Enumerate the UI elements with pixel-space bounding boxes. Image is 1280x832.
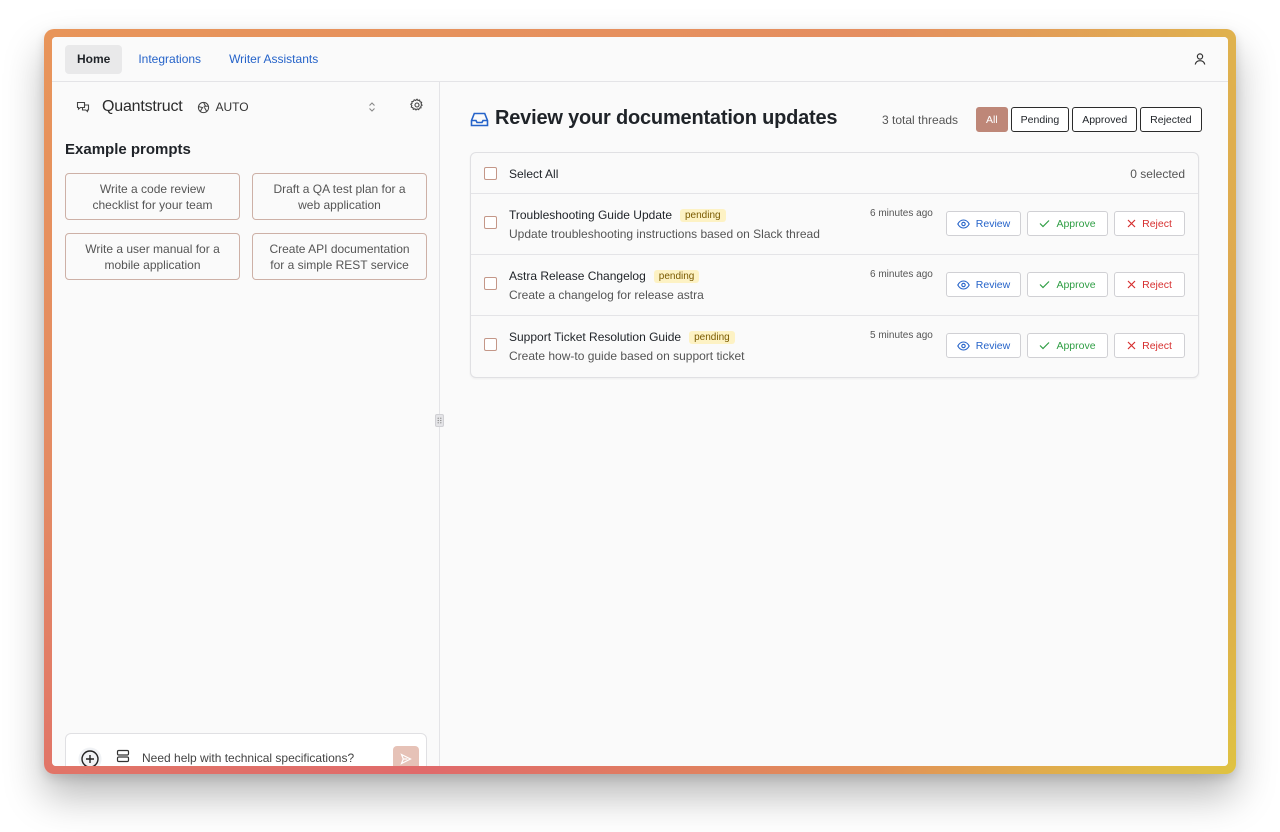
aperture-icon xyxy=(197,101,209,113)
status-badge: pending xyxy=(653,269,700,283)
brand-row: Quantstruct AUTO xyxy=(76,96,425,118)
filter-rejected-button[interactable]: Rejected xyxy=(1140,107,1202,132)
thread-title: Troubleshooting Guide Update pending xyxy=(509,208,726,222)
thread-timestamp: 5 minutes ago xyxy=(870,330,933,341)
thread-description: Update troubleshooting instructions base… xyxy=(509,227,820,241)
table-row: Astra Release Changelog pending Create a… xyxy=(471,255,1198,316)
reject-label: Reject xyxy=(1142,278,1172,291)
row-checkbox[interactable] xyxy=(484,216,497,229)
check-icon xyxy=(1040,220,1050,228)
top-nav: Home Integrations Writer Assistants xyxy=(52,37,1228,82)
approve-label: Approve xyxy=(1056,339,1096,352)
approve-button[interactable]: Approve xyxy=(1027,211,1108,236)
approve-label: Approve xyxy=(1056,278,1096,291)
thread-timestamp: 6 minutes ago xyxy=(870,208,933,219)
chat-input[interactable] xyxy=(142,748,382,766)
close-icon xyxy=(1127,341,1136,350)
nav-tab-writer-assistants[interactable]: Writer Assistants xyxy=(217,45,330,74)
status-badge: pending xyxy=(680,208,726,222)
review-panel: Review your documentation updates 3 tota… xyxy=(441,82,1228,766)
brand-name: Quantstruct xyxy=(102,98,183,115)
select-all-label: Select All xyxy=(509,167,559,181)
review-label: Review xyxy=(975,217,1011,230)
chevron-up-down-icon[interactable] xyxy=(368,101,376,113)
model-label: AUTO xyxy=(215,100,249,114)
review-button[interactable]: Review xyxy=(946,333,1021,358)
check-icon xyxy=(1040,342,1050,350)
reject-button[interactable]: Reject xyxy=(1114,333,1185,358)
send-icon xyxy=(400,752,412,765)
nav-tab-integrations[interactable]: Integrations xyxy=(126,45,213,74)
example-prompt[interactable]: Write a code review checklist for your t… xyxy=(65,173,240,220)
model-selector[interactable]: AUTO xyxy=(197,100,249,114)
add-circle-icon[interactable] xyxy=(78,747,102,766)
example-prompts-title: Example prompts xyxy=(65,141,191,158)
thread-title: Astra Release Changelog pending xyxy=(509,269,700,283)
approve-button[interactable]: Approve xyxy=(1027,272,1108,297)
reject-label: Reject xyxy=(1142,339,1172,352)
panel-resize-handle[interactable] xyxy=(435,414,444,427)
reject-button[interactable]: Reject xyxy=(1114,211,1185,236)
thread-actions: Review Approve Reject xyxy=(946,211,1191,236)
send-button[interactable] xyxy=(393,746,419,766)
inbox-icon xyxy=(470,112,489,127)
thread-actions: Review Approve Reject xyxy=(946,272,1191,297)
table-row: Troubleshooting Guide Update pending Upd… xyxy=(471,194,1198,255)
thread-title: Support Ticket Resolution Guide pending xyxy=(509,330,735,344)
thread-title-text: Support Ticket Resolution Guide xyxy=(509,330,682,344)
filter-approved-button[interactable]: Approved xyxy=(1072,107,1138,132)
table-row: Support Ticket Resolution Guide pending … xyxy=(471,316,1198,377)
close-icon xyxy=(1127,280,1136,289)
thread-title-text: Astra Release Changelog xyxy=(509,269,646,283)
filter-pending-button[interactable]: Pending xyxy=(1010,107,1070,132)
thread-description: Create how-to guide based on support tic… xyxy=(509,349,745,363)
review-button[interactable]: Review xyxy=(946,211,1021,236)
user-icon[interactable] xyxy=(1192,51,1208,67)
example-prompt[interactable]: Draft a QA test plan for a web applicati… xyxy=(252,173,427,220)
app-window: Home Integrations Writer Assistants Quan… xyxy=(52,37,1228,766)
review-header: Review your documentation updates 3 tota… xyxy=(470,107,1202,133)
approve-label: Approve xyxy=(1056,217,1096,230)
example-prompt[interactable]: Create API documentation for a simple RE… xyxy=(252,233,427,280)
close-icon xyxy=(1127,219,1136,228)
example-prompt[interactable]: Write a user manual for a mobile applica… xyxy=(65,233,240,280)
grip-icon xyxy=(437,417,442,424)
eye-icon xyxy=(956,279,970,290)
check-icon xyxy=(1040,281,1050,289)
review-button[interactable]: Review xyxy=(946,272,1021,297)
eye-icon xyxy=(956,218,970,229)
chat-bubbles-icon xyxy=(76,101,90,113)
select-all-row: Select All 0 selected xyxy=(471,153,1198,194)
gear-icon[interactable] xyxy=(410,98,424,112)
thread-description: Create a changelog for release astra xyxy=(509,288,704,302)
row-checkbox[interactable] xyxy=(484,338,497,351)
selected-count: 0 selected xyxy=(1130,167,1185,181)
filter-all-button[interactable]: All xyxy=(976,107,1008,132)
row-checkbox[interactable] xyxy=(484,277,497,290)
chat-composer xyxy=(65,733,427,766)
context-stack-icon[interactable] xyxy=(116,749,130,763)
eye-icon xyxy=(956,340,970,351)
threads-table: Select All 0 selected Troubleshooting Gu… xyxy=(470,152,1199,378)
thread-title-text: Troubleshooting Guide Update xyxy=(509,208,672,222)
assistant-panel: Quantstruct AUTO Example prompts Write a… xyxy=(52,82,440,766)
total-threads-count: 3 total threads xyxy=(882,113,959,127)
thread-timestamp: 6 minutes ago xyxy=(870,269,933,280)
reject-button[interactable]: Reject xyxy=(1114,272,1185,297)
select-all-checkbox[interactable] xyxy=(484,167,497,180)
status-filter-group: All Pending Approved Rejected xyxy=(976,107,1205,132)
approve-button[interactable]: Approve xyxy=(1027,333,1108,358)
status-badge: pending xyxy=(689,330,735,344)
review-label: Review xyxy=(975,339,1011,352)
review-label: Review xyxy=(975,278,1011,291)
page-title: Review your documentation updates xyxy=(495,107,838,129)
nav-tab-home[interactable]: Home xyxy=(65,44,123,74)
reject-label: Reject xyxy=(1142,217,1172,230)
thread-actions: Review Approve Reject xyxy=(946,333,1191,358)
